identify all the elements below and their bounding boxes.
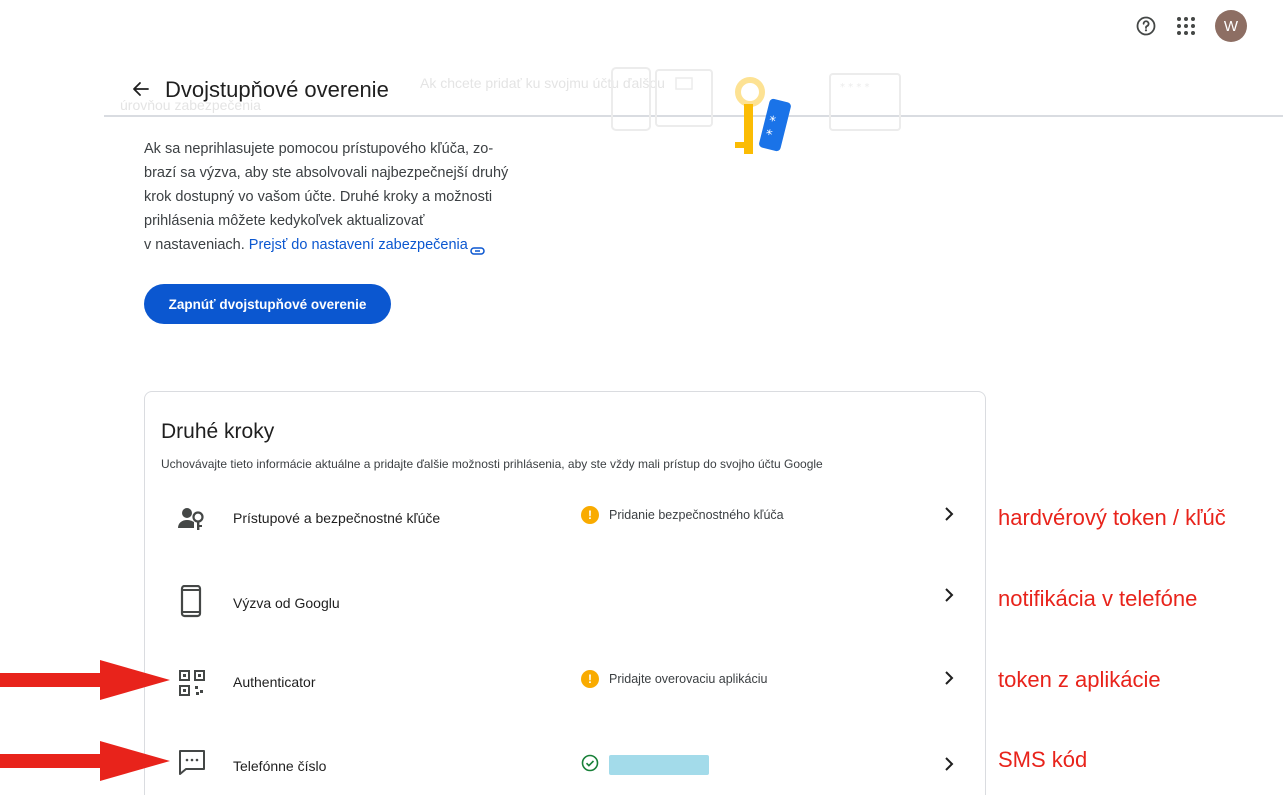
list-item-phone-number[interactable]: Telefónne číslo: [145, 748, 987, 795]
security-illustration: * * * * * *: [600, 60, 920, 165]
list-item-label: Authenticator: [233, 674, 316, 690]
top-bar: W: [1135, 10, 1247, 42]
list-item-passkeys[interactable]: Prístupové a bezpečnostné kľúče ! Pridan…: [145, 504, 987, 588]
check-circle-icon: [581, 754, 599, 775]
card-subtitle: Uchovávajte tieto informácie aktuálne a …: [161, 457, 823, 471]
second-steps-card: Druhé kroky Uchovávajte tieto informácie…: [144, 391, 986, 795]
sms-icon: [177, 748, 207, 778]
status-badge: [581, 754, 709, 775]
annotation-phone-notification: notifikácia v telefóne: [998, 586, 1198, 611]
annotation-hardware-token: hardvérový token / kľúč: [998, 505, 1226, 530]
card-title: Druhé kroky: [161, 420, 275, 443]
annotation-app-token: token z aplikácie: [998, 667, 1161, 692]
status-badge: ! Pridanie bezpečnostného kľúča: [581, 506, 784, 524]
chevron-right-icon[interactable]: [943, 506, 955, 522]
description: Ak sa neprihlasujete pomocou prístupovéh…: [144, 141, 509, 255]
list-item-authenticator[interactable]: Authenticator ! Pridajte overovaciu apli…: [145, 668, 987, 752]
red-arrow-icon: [0, 658, 172, 702]
apps-grid-icon[interactable]: [1175, 15, 1197, 37]
chevron-right-icon[interactable]: [943, 670, 955, 686]
help-icon[interactable]: [1135, 15, 1157, 37]
back-arrow-icon[interactable]: [128, 76, 154, 102]
warning-icon: !: [581, 506, 599, 524]
link-icon: [470, 240, 485, 255]
avatar[interactable]: W: [1215, 10, 1247, 42]
list-item-label: Prístupové a bezpečnostné kľúče: [233, 510, 441, 526]
chevron-right-icon[interactable]: [943, 756, 955, 772]
status-badge: ! Pridajte overovaciu aplikáciu: [581, 670, 767, 688]
red-arrow-icon: [0, 739, 172, 783]
enable-2sv-button[interactable]: Zapnúť dvojstupňové overenie: [144, 284, 391, 324]
passkey-icon: [177, 504, 207, 534]
annotation-sms-code: SMS kód: [998, 747, 1088, 772]
page-title: Dvojstupňové overenie: [165, 77, 389, 102]
redacted-phone-number: [609, 754, 709, 775]
security-settings-link[interactable]: Prejsť do nastavení zabezpečenia: [249, 237, 468, 253]
warning-icon: !: [581, 670, 599, 688]
svg-text:* * * *: * * * *: [840, 82, 870, 93]
list-item-label: Telefónne číslo: [233, 758, 327, 774]
chevron-right-icon[interactable]: [943, 587, 955, 603]
phone-icon: [177, 584, 207, 618]
list-item-label: Výzva od Googlu: [233, 595, 340, 611]
qr-code-icon: [177, 668, 207, 698]
list-item-google-prompt[interactable]: Výzva od Googlu: [145, 584, 987, 669]
